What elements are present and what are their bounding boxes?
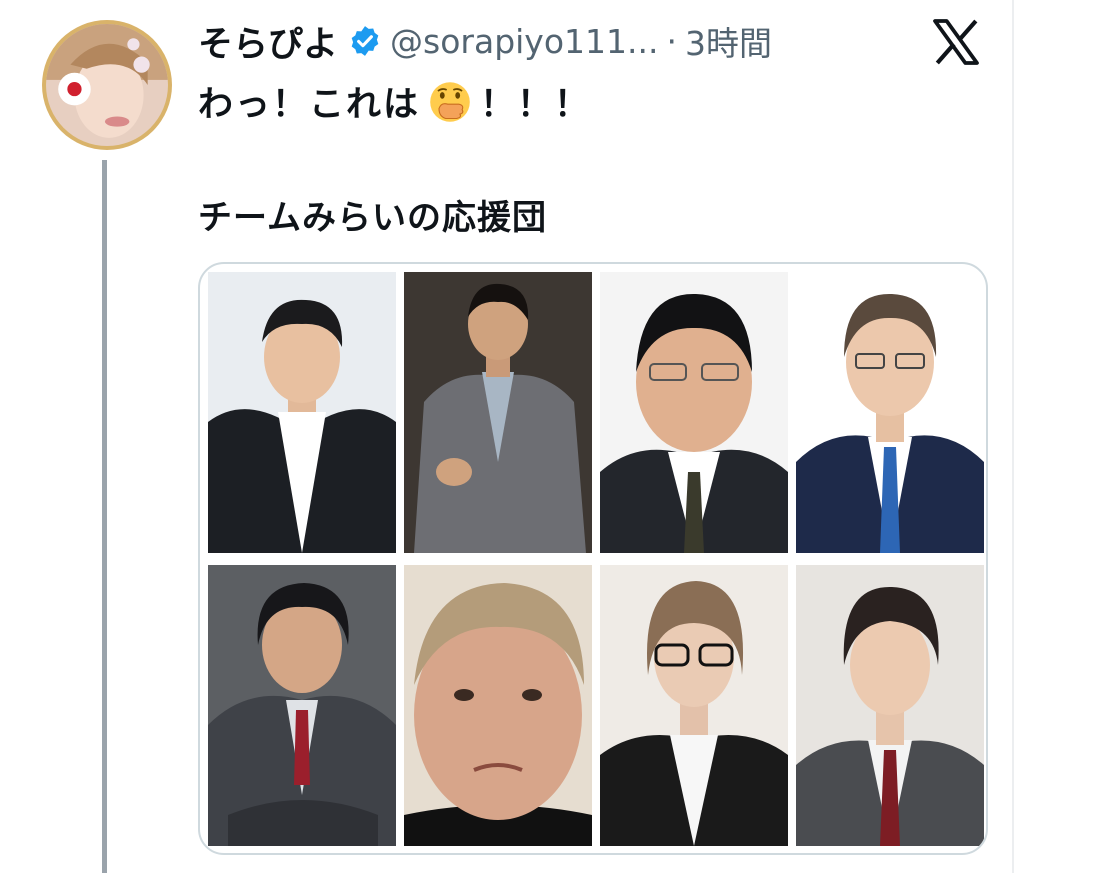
photo-4[interactable] [796,272,984,553]
photo-2[interactable] [404,272,592,553]
avatar[interactable] [42,20,172,150]
timestamp[interactable]: 3時間 [685,17,772,65]
tweet-text-before: わっ！これは [198,85,421,125]
avatar-image [46,24,168,146]
quote-title: チームみらいの応援団 [198,198,547,238]
photo-card[interactable] [198,262,988,855]
face-with-hand-over-mouth-icon [430,81,470,122]
photo-3[interactable] [600,272,788,553]
display-name[interactable]: そらぴよ [198,16,338,67]
photo-5[interactable] [208,565,396,846]
x-logo-icon[interactable] [928,14,984,70]
thread-line [102,160,107,873]
tweet-header: そらぴよ @sorapiyo111... · 3時間 [198,16,772,66]
separator: · [666,21,677,61]
verified-badge-icon [351,26,379,56]
tweet-text: わっ！これは ！！！ [198,76,591,127]
photo-grid [208,272,984,846]
photo-8[interactable] [796,565,984,846]
card-border [1012,0,1014,873]
photo-6[interactable] [404,565,592,846]
photo-7[interactable] [600,565,788,846]
tweet-text-after: ！！！ [480,85,592,125]
photo-1[interactable] [208,272,396,553]
handle[interactable]: @sorapiyo111... [390,22,658,61]
